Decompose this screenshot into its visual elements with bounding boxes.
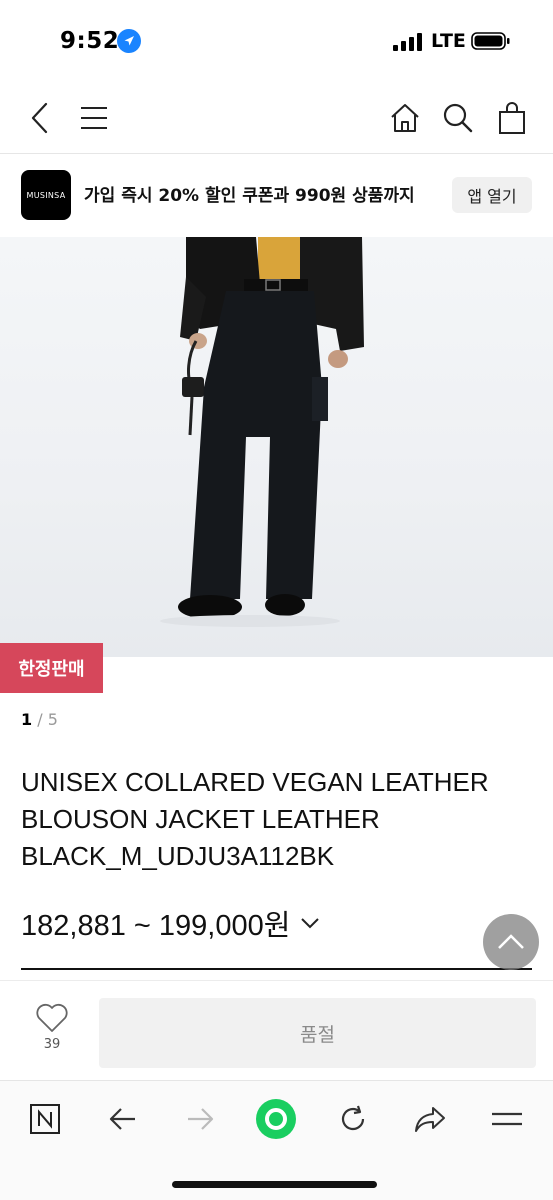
chevron-down-icon[interactable] bbox=[300, 916, 320, 930]
price-range: 182,881 ~ 199,000원 bbox=[21, 910, 291, 942]
status-bar: 9:52 LTE bbox=[0, 0, 553, 82]
banner-message: 가입 즉시 20% 할인 쿠폰과 990원 상품까지 bbox=[84, 186, 415, 206]
back-button[interactable] bbox=[18, 82, 62, 154]
open-app-button[interactable]: 앱 열기 bbox=[452, 177, 532, 213]
price-row[interactable]: 182,881 ~ 199,000원 bbox=[21, 902, 320, 944]
product-title-line: BLOUSON JACKET LEATHER bbox=[21, 804, 380, 834]
search-button[interactable] bbox=[436, 82, 480, 154]
home-button[interactable] bbox=[383, 82, 427, 154]
like-count: 39 bbox=[43, 1037, 61, 1052]
search-icon bbox=[443, 103, 473, 133]
app-install-banner: MUSINSA 가입 즉시 20% 할인 쿠폰과 990원 상품까지 앱 열기 bbox=[0, 155, 553, 237]
network-label: LTE bbox=[431, 30, 466, 52]
status-time: 9:52 bbox=[60, 28, 120, 54]
battery-icon bbox=[471, 32, 510, 50]
image-separator: / bbox=[37, 710, 43, 729]
green-dot-icon bbox=[256, 1099, 296, 1139]
naver-n-icon bbox=[30, 1104, 60, 1134]
forward-arrow-icon bbox=[188, 1108, 214, 1130]
product-title: UNISEX COLLARED VEGAN LEATHER BLOUSON JA… bbox=[21, 764, 531, 875]
menu-button[interactable] bbox=[72, 82, 116, 154]
menu-icon bbox=[81, 107, 107, 129]
divider bbox=[21, 968, 532, 970]
green-dot-button[interactable] bbox=[254, 1097, 298, 1141]
model-photo-illustration bbox=[160, 237, 364, 627]
app-logo: MUSINSA bbox=[21, 170, 71, 220]
purchase-bar: 39 품절 bbox=[0, 980, 553, 1080]
reload-button[interactable] bbox=[331, 1097, 375, 1141]
browser-forward-button[interactable] bbox=[178, 1097, 222, 1141]
image-total: 5 bbox=[47, 710, 58, 729]
home-icon bbox=[391, 104, 419, 132]
limited-sale-badge: 한정판매 bbox=[0, 643, 103, 693]
back-arrow-icon bbox=[109, 1108, 135, 1130]
product-image[interactable] bbox=[0, 237, 553, 657]
product-title-line: BLACK_M_UDJU3A112BK bbox=[21, 841, 335, 871]
sold-out-button[interactable]: 품절 bbox=[99, 998, 536, 1068]
cart-button[interactable] bbox=[490, 82, 534, 154]
hamburger-icon bbox=[492, 1112, 522, 1126]
share-icon bbox=[415, 1107, 445, 1132]
image-index: 1 bbox=[21, 710, 33, 729]
image-counter: 1 / 5 bbox=[21, 710, 58, 729]
scroll-to-top-button[interactable] bbox=[483, 914, 539, 970]
signal-icon bbox=[393, 33, 422, 51]
back-icon bbox=[31, 102, 48, 134]
heart-icon bbox=[36, 1003, 68, 1032]
cart-icon bbox=[499, 102, 525, 134]
nav-bar bbox=[0, 82, 553, 154]
share-button[interactable] bbox=[408, 1097, 452, 1141]
like-button[interactable]: 39 bbox=[22, 1003, 82, 1063]
browser-back-button[interactable] bbox=[101, 1097, 145, 1141]
location-arrow-icon bbox=[117, 29, 141, 53]
browser-menu-button[interactable] bbox=[485, 1097, 529, 1141]
naver-button[interactable] bbox=[23, 1097, 67, 1141]
home-indicator bbox=[172, 1181, 377, 1188]
chevron-up-icon bbox=[498, 934, 524, 949]
product-title-line: UNISEX COLLARED VEGAN LEATHER bbox=[21, 767, 489, 797]
reload-icon bbox=[341, 1105, 365, 1131]
